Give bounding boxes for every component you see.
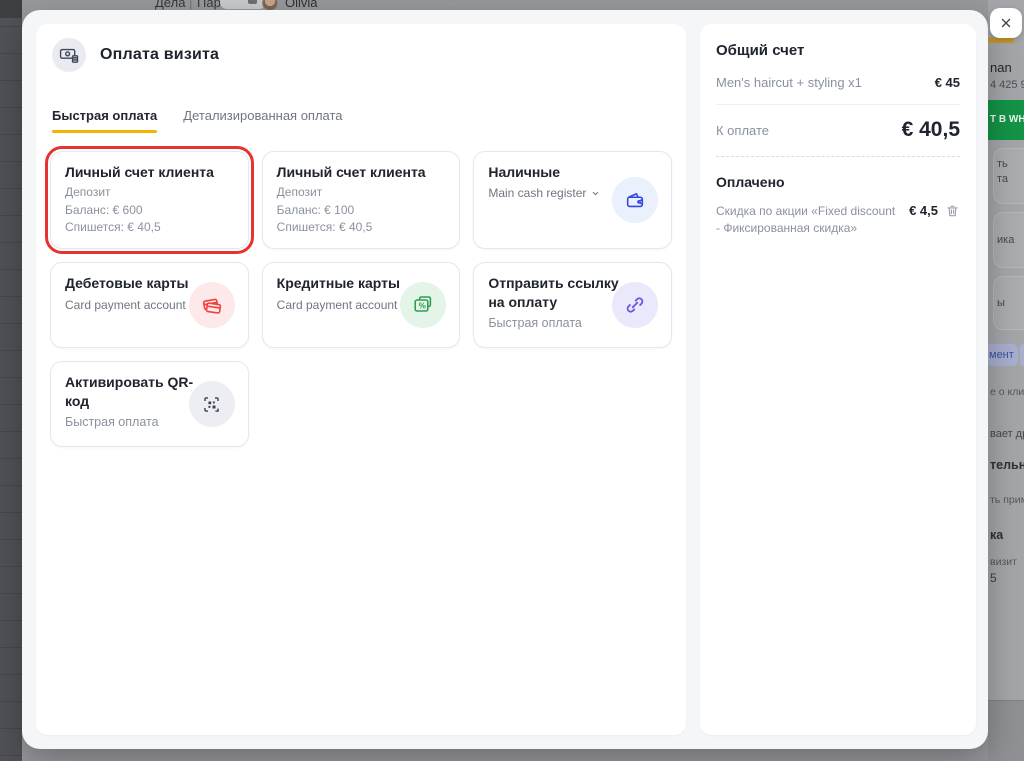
svg-text:%: % — [419, 302, 426, 311]
close-button[interactable] — [990, 8, 1022, 38]
card-line: Баланс: € 600 — [65, 202, 234, 219]
modal-header: Оплата визита — [36, 24, 686, 72]
order-summary-panel: Общий счет Men's haircut + styling x1 € … — [700, 24, 976, 735]
cash-register-select[interactable]: Main cash register — [488, 186, 600, 200]
bg-toggle-fragment — [220, 0, 266, 9]
card-line: Спишется: € 40,5 — [65, 219, 234, 236]
payment-method-cash[interactable]: Наличные Main cash register — [473, 151, 672, 249]
payment-method-payment-link[interactable]: Отправить ссылку на оплату Быстрая оплат… — [473, 262, 672, 348]
payment-method-personal-account-600[interactable]: Личный счет клиента Депозит Баланс: € 60… — [50, 151, 249, 249]
debit-account-select[interactable]: Card payment account — [65, 298, 200, 312]
chevron-down-icon — [591, 189, 600, 198]
payment-tabs: Быстрая оплата Детализированная оплата — [36, 108, 686, 133]
qr-code-icon — [189, 381, 235, 427]
bg-whatsapp-button-fragment: Т В WHA — [988, 100, 1024, 140]
chevron-up-icon: ^ — [448, 0, 453, 7]
bg-tab-fragment: Дела — [155, 0, 185, 10]
bg-bottom-fragment — [988, 700, 1024, 761]
bg-icon-fragment — [248, 0, 257, 4]
wallet-icon — [612, 177, 658, 223]
paid-section-title: Оплачено — [716, 174, 960, 190]
payment-link-icon — [612, 282, 658, 328]
close-icon — [999, 16, 1013, 30]
card-title: Личный счет клиента — [65, 163, 234, 181]
payment-modal: Оплата визита Быстрая оплата Детализиров… — [22, 10, 988, 749]
line-item-amount: € 45 — [935, 75, 960, 90]
card-title: Личный счет клиента — [277, 163, 446, 181]
bg-name-fragment: nan — [990, 60, 1012, 75]
card-title: Отправить ссылку на оплату — [488, 274, 620, 310]
payment-methods-grid: Личный счет клиента Депозит Баланс: € 60… — [50, 151, 672, 447]
bg-segment-badge-fragment: мент — [988, 344, 1018, 366]
due-amount: € 40,5 — [902, 118, 960, 142]
summary-title: Общий счет — [716, 42, 960, 59]
discount-amount: € 4,5 — [909, 203, 938, 218]
payment-methods-panel: Оплата визита Быстрая оплата Детализиров… — [36, 24, 686, 735]
tab-quick-payment[interactable]: Быстрая оплата — [52, 108, 157, 133]
tab-detailed-payment[interactable]: Детализированная оплата — [183, 108, 342, 133]
debit-cards-icon — [189, 282, 235, 328]
bg-tab-fragment: Пар — [197, 0, 221, 10]
amount-due-row: К оплате € 40,5 — [716, 105, 960, 157]
bg-phone-fragment: 4 425 9 — [990, 79, 1024, 91]
paid-line-item: Скидка по акции «Fixed discount - Фиксир… — [716, 203, 960, 238]
payment-method-debit-cards[interactable]: Дебетовые карты Card payment account — [50, 262, 249, 348]
background-client-panel: nan 4 425 9 Т В WHA ть та ика ы мент е о… — [988, 0, 1024, 761]
bg-client-name: Olivia — [285, 0, 318, 10]
card-line: Спишется: € 40,5 — [277, 219, 446, 236]
card-title: Активировать QR-код — [65, 373, 197, 409]
trash-icon — [945, 203, 960, 219]
payment-method-personal-account-100[interactable]: Личный счет клиента Депозит Баланс: € 10… — [262, 151, 461, 249]
modal-title: Оплата визита — [100, 46, 219, 64]
card-line: Баланс: € 100 — [277, 202, 446, 219]
due-label: К оплате — [716, 123, 769, 138]
card-line: Депозит — [65, 184, 234, 201]
remove-discount-button[interactable] — [945, 203, 960, 219]
credit-account-select[interactable]: Card payment account — [277, 298, 412, 312]
avatar — [262, 0, 278, 10]
payment-icon — [52, 38, 86, 72]
line-item-label: Men's haircut + styling x1 — [716, 75, 862, 90]
payment-method-qr-code[interactable]: Активировать QR-код Быстрая оплата — [50, 361, 249, 447]
credit-card-percent-icon: % — [400, 282, 446, 328]
background-sidebar — [0, 0, 22, 761]
bg-yellow-fragment — [988, 38, 1014, 43]
summary-line-item: Men's haircut + styling x1 € 45 — [716, 75, 960, 105]
discount-label: Скидка по акции «Fixed discount - Фиксир… — [716, 203, 899, 238]
background-topbar: Дела | Пар Olivia ^ — [22, 0, 988, 10]
card-line: Депозит — [277, 184, 446, 201]
bg-segment-badge-fragment — [1020, 344, 1024, 366]
payment-method-credit-cards[interactable]: Кредитные карты Card payment account % — [262, 262, 461, 348]
